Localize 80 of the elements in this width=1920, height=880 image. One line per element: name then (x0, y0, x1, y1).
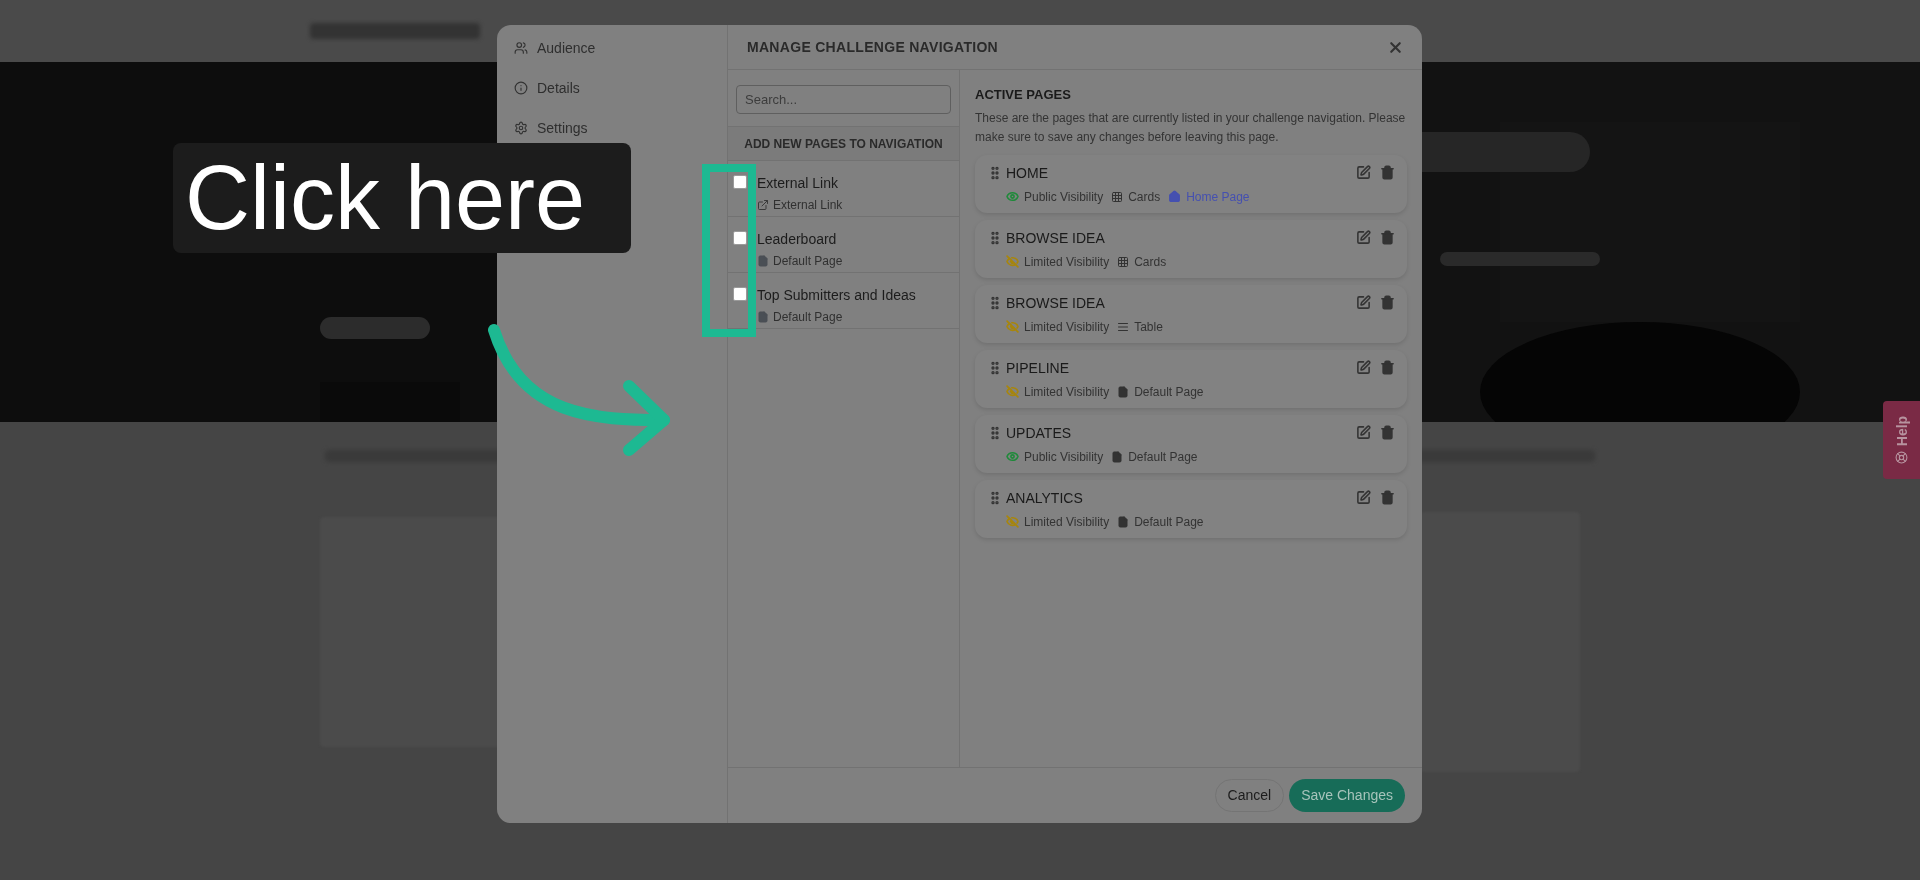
layout-label: Default Page (1134, 513, 1204, 531)
trash-icon[interactable] (1380, 164, 1395, 180)
eye-icon (1006, 190, 1019, 203)
eye-slash-icon (1006, 385, 1019, 398)
layout-label: Default Page (1128, 448, 1198, 466)
page-title: Leaderboard (757, 230, 838, 249)
trash-icon[interactable] (1380, 359, 1395, 375)
visibility-label: Limited Visibility (1024, 383, 1110, 401)
page-option[interactable]: External Link External Link (728, 161, 959, 217)
file-icon (1111, 450, 1124, 463)
page-option[interactable]: Leaderboard Default Page (728, 217, 959, 273)
page-title: UPDATES (1006, 423, 1073, 443)
page-title: BROWSE IDEA (1006, 293, 1106, 313)
edit-icon[interactable] (1356, 164, 1371, 180)
sidebar-item[interactable]: Audience (514, 36, 596, 60)
dialog-title: MANAGE CHALLENGE NAVIGATION (747, 37, 999, 57)
page-title: Top Submitters and Ideas (757, 286, 916, 305)
visibility-label: Public Visibility (1024, 448, 1104, 466)
eye-icon (1006, 450, 1019, 463)
list-icon (1117, 320, 1130, 333)
page-option[interactable]: Top Submitters and Ideas Default Page (728, 273, 959, 329)
info-icon (514, 81, 528, 95)
active-page-card[interactable]: ANALYTICS Limited Visibility Default Page (975, 479, 1407, 538)
section-heading: ADD NEW PAGES TO NAVIGATION (728, 127, 959, 161)
layout-label: Default Page (1134, 383, 1204, 401)
visibility-label: Limited Visibility (1024, 253, 1110, 271)
visibility-label: Limited Visibility (1024, 318, 1110, 336)
search-field[interactable]: Search... (736, 85, 951, 114)
checkbox[interactable] (733, 175, 747, 189)
page-title: External Link (757, 174, 839, 193)
edit-icon[interactable] (1356, 424, 1371, 440)
settings-icon (514, 121, 528, 135)
file-icon (1117, 515, 1130, 528)
help-tab[interactable]: Help (1883, 401, 1920, 479)
page-title: PIPELINE (1006, 358, 1071, 378)
file-icon (757, 311, 769, 323)
active-page-card[interactable]: PIPELINE Limited Visibility Default Page (975, 349, 1407, 408)
eye-slash-icon (1006, 515, 1019, 528)
layout-label: Cards (1128, 188, 1161, 206)
edit-icon[interactable] (1356, 294, 1371, 310)
sidebar-item[interactable]: Settings (514, 116, 588, 140)
home-icon (1168, 190, 1182, 203)
edit-icon[interactable] (1356, 229, 1371, 245)
visibility-label: Limited Visibility (1024, 513, 1110, 531)
page-title: BROWSE IDEA (1006, 228, 1106, 248)
active-page-card[interactable]: BROWSE IDEA Limited Visibility Cards (975, 219, 1407, 278)
users-icon (514, 41, 528, 55)
grid-icon (1111, 190, 1124, 203)
active-page-card[interactable]: UPDATES Public Visibility Default Page (975, 414, 1407, 473)
grid-icon (1117, 255, 1130, 268)
layout-label: Table (1134, 318, 1163, 336)
eye-slash-icon (1006, 320, 1019, 333)
save-changes-button[interactable]: Save Changes (1289, 779, 1405, 812)
page-title: HOME (1006, 163, 1049, 183)
trash-icon[interactable] (1380, 489, 1395, 505)
active-page-card[interactable]: BROWSE IDEA Limited Visibility Table (975, 284, 1407, 343)
home-page-label: Home Page (1186, 188, 1250, 206)
edit-icon[interactable] (1356, 489, 1371, 505)
eye-slash-icon (1006, 255, 1019, 268)
visibility-label: Public Visibility (1024, 188, 1104, 206)
page-type: Default Page (773, 309, 843, 326)
trash-icon[interactable] (1380, 229, 1395, 245)
page-type: Default Page (773, 253, 843, 270)
checkbox[interactable] (733, 287, 747, 301)
checkbox[interactable] (733, 231, 747, 245)
lifebuoy-icon (1895, 451, 1908, 464)
callout-label: Click here (173, 143, 631, 253)
external-link-icon (757, 199, 769, 211)
page-type: External Link (773, 197, 843, 214)
section-description: These are the pages that are currently listed in your challenge navigation. Please make sure to save any changes before leaving this page. (975, 109, 1407, 146)
trash-icon[interactable] (1380, 294, 1395, 310)
file-icon (757, 255, 769, 267)
section-heading: ACTIVE PAGES (975, 86, 1072, 104)
page-title: ANALYTICS (1006, 488, 1084, 508)
active-page-card[interactable]: HOME Public Visibility Cards Home Page (975, 154, 1407, 213)
layout-label: Cards (1134, 253, 1167, 271)
edit-icon[interactable] (1356, 359, 1371, 375)
file-icon (1117, 385, 1130, 398)
sidebar-item[interactable]: Details (514, 76, 580, 100)
trash-icon[interactable] (1380, 424, 1395, 440)
